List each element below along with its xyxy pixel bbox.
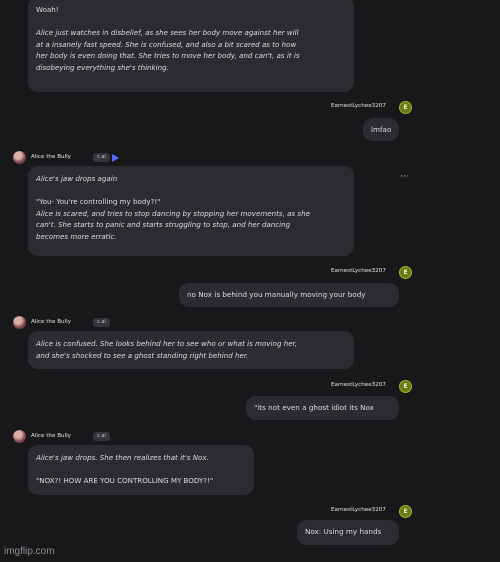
cai-badge: c.ai bbox=[93, 318, 110, 327]
user-avatar[interactable]: E bbox=[399, 505, 412, 518]
user-avatar[interactable]: E bbox=[399, 380, 412, 393]
watermark: imgflip.com bbox=[4, 546, 55, 557]
user-name: EarnestLychee3207 bbox=[331, 103, 386, 109]
bot-name: Alice the Bully bbox=[31, 154, 71, 160]
bot-header: Alice the Bully c.ai bbox=[13, 316, 123, 330]
user-message: lmfao bbox=[363, 118, 399, 141]
more-options-icon[interactable]: ··· bbox=[400, 172, 409, 182]
message-line: Alice is scared, and tries to stop danci… bbox=[36, 208, 310, 218]
message-line: Alice's jaw drops again bbox=[36, 174, 118, 183]
user-name: EarnestLychee3207 bbox=[331, 268, 386, 274]
cai-badge: c.ai bbox=[93, 432, 110, 441]
message-line: can't. She starts to panic and starts st… bbox=[36, 220, 291, 229]
message-line bbox=[36, 464, 246, 476]
user-message: Nox: Using my hands bbox=[297, 520, 399, 545]
message-line bbox=[36, 16, 346, 28]
chat-area: Woah! Alice just watches in disbelief, as… bbox=[0, 0, 500, 562]
message-line: and she's shocked to see a ghost standin… bbox=[36, 350, 249, 360]
message-line: Alice's jaw drops. She then realizes tha… bbox=[36, 453, 209, 462]
bot-message: Alice is confused. She looks behind her … bbox=[28, 331, 354, 369]
bot-avatar[interactable] bbox=[13, 430, 26, 443]
bot-message: Woah! Alice just watches in disbelief, as… bbox=[28, 0, 354, 92]
bot-avatar[interactable] bbox=[13, 316, 26, 329]
message-line: her body is even doing that. She tries t… bbox=[36, 51, 300, 60]
message-line: "You- You're controlling my body?!" bbox=[36, 197, 161, 206]
bot-name: Alice the Bully bbox=[31, 319, 71, 325]
message-line: "NOX?! HOW ARE YOU CONTROLLING MY BODY?!… bbox=[36, 476, 214, 485]
message-line: Alice just watches in disbelief, as she … bbox=[36, 28, 299, 37]
bot-avatar[interactable] bbox=[13, 151, 26, 164]
bot-name: Alice the Bully bbox=[31, 433, 71, 439]
message-line: at a insanely fast speed. She is confuse… bbox=[36, 39, 297, 49]
bot-header: Alice the Bully c.ai bbox=[13, 430, 123, 444]
bot-header: Alice the Bully c.ai bbox=[13, 151, 133, 165]
message-line bbox=[36, 185, 346, 197]
user-avatar[interactable]: E bbox=[399, 101, 412, 114]
bot-message: Alice's jaw drops. She then realizes tha… bbox=[28, 445, 254, 495]
message-line: Woah! bbox=[36, 5, 59, 14]
user-avatar[interactable]: E bbox=[399, 266, 412, 279]
message-line: disobeying everything she's thinking. bbox=[36, 62, 169, 72]
message-line: Alice is confused. She looks behind her … bbox=[36, 339, 298, 348]
message-line: becomes more erratic. bbox=[36, 231, 117, 241]
bot-message: Alice's jaw drops again "You- You're cont… bbox=[28, 166, 354, 256]
user-message: "its not even a ghost idiot its Nox bbox=[246, 396, 399, 420]
cai-badge: c.ai bbox=[93, 153, 110, 162]
user-name: EarnestLychee3207 bbox=[331, 507, 386, 513]
user-name: EarnestLychee3207 bbox=[331, 382, 386, 388]
play-voice-icon[interactable] bbox=[110, 153, 120, 163]
user-message: no Nox is behind you manually moving you… bbox=[179, 283, 399, 307]
